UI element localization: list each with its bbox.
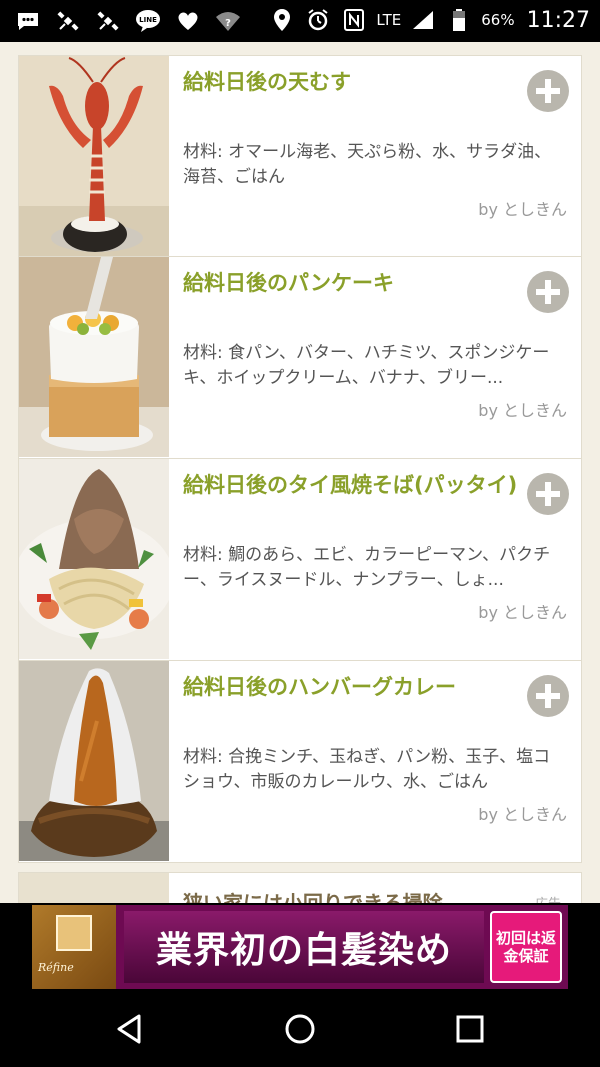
satellite-icon — [54, 7, 82, 35]
recipe-thumbnail-pancake[interactable] — [19, 257, 169, 457]
add-recipe-button[interactable] — [527, 271, 569, 313]
ad-banner[interactable]: Réfine 業界初の白髪染め 初回は返金保証 — [32, 905, 568, 989]
nfc-icon — [340, 6, 368, 34]
recipe-author[interactable]: by としきん — [478, 196, 567, 220]
battery-icon — [445, 6, 473, 34]
recipe-thumbnail-curry[interactable] — [19, 661, 169, 861]
heart-icon — [174, 7, 202, 35]
clock: 11:27 — [526, 7, 590, 33]
satellite-icon — [94, 7, 122, 35]
recipe-list: 給料日後の天むす 材料: オマール海老、天ぷら粉、水、サラダ油、海苔、ごはん b… — [18, 55, 582, 863]
recipe-title[interactable]: 給料日後のタイ風焼そば(パッタイ) — [183, 469, 523, 501]
recipe-thumbnail-pad-thai[interactable] — [19, 459, 169, 659]
recipe-card[interactable]: 給料日後のハンバーグカレー 材料: 合挽ミンチ、玉ねぎ、パン粉、玉子、塩コショウ… — [18, 661, 582, 863]
ad-brand-name: Réfine — [38, 961, 74, 974]
message-icon — [14, 7, 42, 35]
add-recipe-button[interactable] — [527, 473, 569, 515]
recipe-card[interactable]: 給料日後のタイ風焼そば(パッタイ) 材料: 鯛のあら、エビ、カラーピーマン、パク… — [18, 459, 582, 661]
location-icon — [268, 6, 296, 34]
recipe-title[interactable]: 給料日後のハンバーグカレー — [183, 671, 523, 703]
wifi-question-icon: ? — [214, 7, 242, 35]
ad-brand-logo: Réfine — [32, 905, 116, 989]
battery-percent: 66% — [481, 11, 515, 29]
add-recipe-button[interactable] — [527, 675, 569, 717]
recipe-thumbnail-lobster[interactable] — [19, 56, 169, 256]
recipe-title[interactable]: 給料日後のパンケーキ — [183, 267, 523, 299]
ad-badge: 初回は返金保証 — [490, 911, 562, 983]
svg-text:?: ? — [225, 18, 231, 29]
recipe-ingredients: 材料: 鯛のあら、エビ、カラーピーマン、パクチー、ライスヌードル、ナンプラー、し… — [183, 545, 551, 590]
recipe-author[interactable]: by としきん — [478, 397, 567, 421]
recipe-author[interactable]: by としきん — [478, 801, 567, 825]
recipe-title[interactable]: 給料日後の天むす — [183, 66, 523, 98]
recipe-ingredients: 材料: オマール海老、天ぷら粉、水、サラダ油、海苔、ごはん — [183, 142, 552, 187]
svg-text:LINE: LINE — [139, 16, 157, 24]
recipe-card[interactable]: 給料日後のパンケーキ 材料: 食パン、バター、ハチミツ、スポンジケーキ、ホイップ… — [18, 257, 582, 459]
line-app-icon: LINE — [134, 7, 162, 35]
signal-icon — [409, 6, 437, 34]
recipe-card[interactable]: 給料日後の天むす 材料: オマール海老、天ぷら粉、水、サラダ油、海苔、ごはん b… — [18, 55, 582, 257]
ad-headline-panel: 業界初の白髪染め — [124, 911, 484, 983]
status-bar: LINE ? LTE 66% 11:27 — [0, 0, 600, 42]
network-type: LTE — [376, 11, 402, 29]
ad-badge-text: 初回は返金保証 — [496, 929, 557, 965]
ad-product-box — [56, 915, 92, 951]
recipe-ingredients: 材料: 食パン、バター、ハチミツ、スポンジケーキ、ホイップクリーム、バナナ、ブリ… — [183, 343, 550, 388]
alarm-icon — [304, 6, 332, 34]
ad-headline: 業界初の白髪染め — [155, 929, 452, 971]
recents-icon[interactable] — [446, 1005, 494, 1053]
navigation-bar — [0, 991, 600, 1067]
ad-banner-container: Réfine 業界初の白髪染め 初回は返金保証 — [0, 903, 600, 991]
recipe-ingredients: 材料: 合挽ミンチ、玉ねぎ、パン粉、玉子、塩コショウ、市販のカレールウ、水、ごは… — [183, 747, 551, 792]
home-icon[interactable] — [276, 1005, 324, 1053]
recipe-author[interactable]: by としきん — [478, 599, 567, 623]
add-recipe-button[interactable] — [527, 70, 569, 112]
back-icon[interactable] — [106, 1005, 154, 1053]
